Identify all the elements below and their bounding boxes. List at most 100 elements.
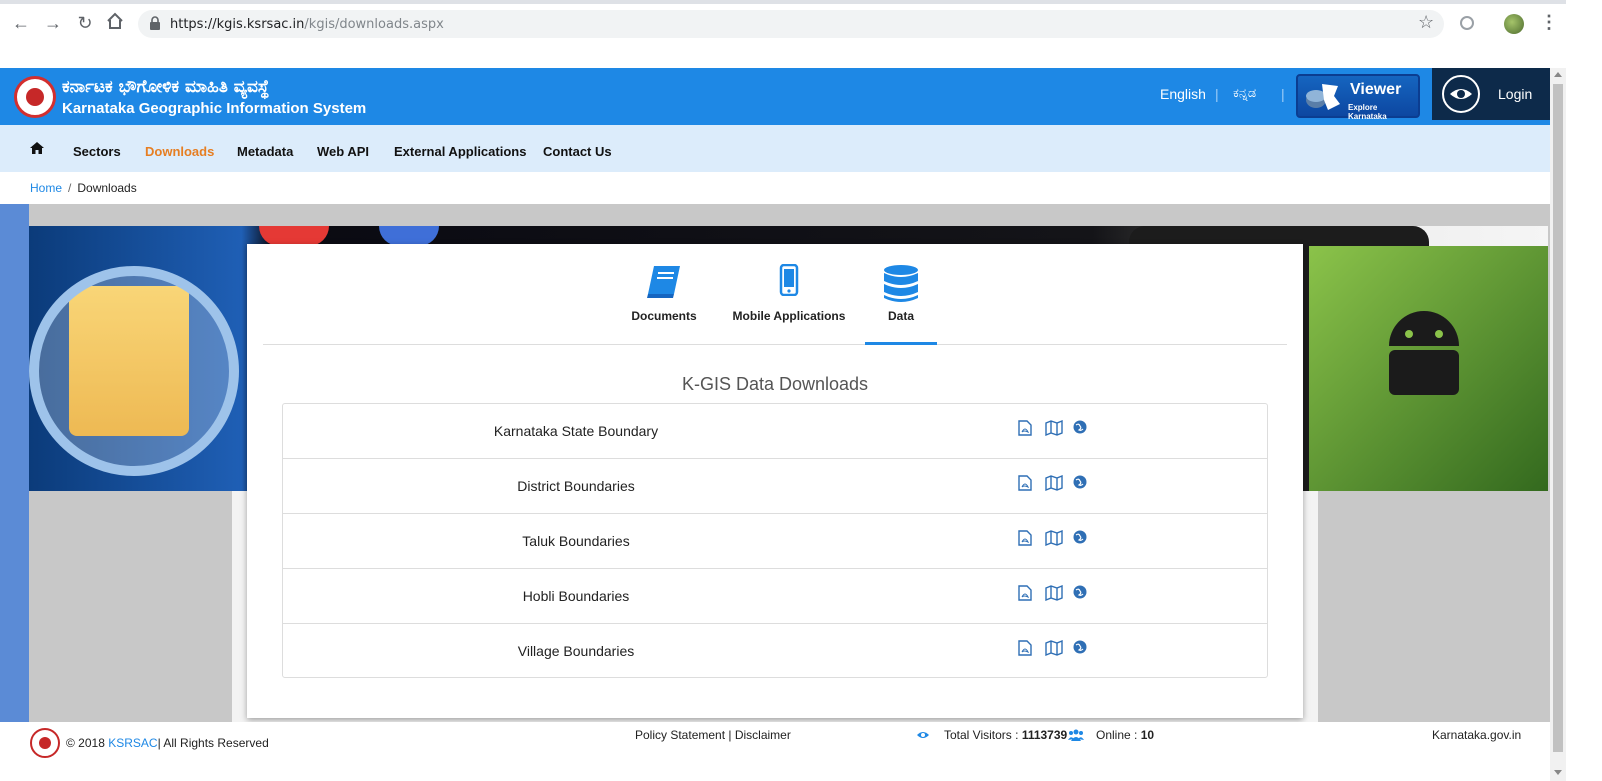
pdf-icon[interactable] [1018,475,1034,491]
tab-mobile-applications[interactable]: Mobile Applications [726,244,852,345]
scroll-down-icon[interactable] [1554,770,1562,775]
copyright-text: © 2018 KSRSAC| All Rights Reserved [66,736,269,750]
nav-item-sectors[interactable]: Sectors [73,144,121,159]
book-icon [644,264,684,303]
pdf-icon[interactable] [1018,420,1034,436]
url-path: /kgis/downloads.aspx [304,17,444,32]
breadcrumb-current: Downloads [77,181,137,195]
scrollbar-thumb[interactable] [1553,84,1563,752]
dataset-name: Hobli Boundaries [522,588,630,604]
viewer-subtitle: Explore Karnataka [1348,103,1387,121]
lang-kannada-link[interactable]: ಕನ್ನಡ [1233,86,1256,101]
site-title-kannada: ಕರ್ನಾಟಕ ಭೌಗೋಳಿಕ ಮಾಹಿತಿ ವ್ಯವಸ್ಥೆ [62,77,270,97]
total-visitors: Total Visitors : 1113739 [944,728,1067,742]
tab-documents-label: Documents [631,309,697,323]
home-icon[interactable] [30,142,44,154]
lock-icon [150,16,160,30]
apple-badge-illustration [259,226,329,246]
tab-mobile-applications-label: Mobile Applications [732,309,846,323]
table-row: Village Boundaries [283,624,1267,679]
nav-item-web-api[interactable]: Web API [317,144,369,159]
globe-icon[interactable] [1073,585,1089,601]
address-bar[interactable]: https://kgis.ksrsac.in/kgis/downloads.as… [138,10,1444,38]
window-edge [1566,0,1602,781]
policy-disclaimer-links[interactable]: Policy Statement | Disclaimer [635,728,791,742]
left-accent-bar [0,204,29,722]
online-label: Online : [1096,728,1141,742]
karnataka-map-icon [1306,84,1340,110]
pdf-icon[interactable] [1018,530,1034,546]
breadcrumb-home[interactable]: Home [30,181,62,195]
breadcrumb-separator: / [68,181,72,195]
download-tabs: Documents Mobile Applications Data [263,244,1287,345]
back-arrow-icon[interactable]: ← [10,12,32,34]
globe-icon[interactable] [1073,640,1089,656]
globe-icon[interactable] [1073,530,1089,546]
table-row: Hobli Boundaries [283,569,1267,624]
downloads-table: Karnataka State Boundary District Bounda… [282,403,1268,678]
panel-title: K-GIS Data Downloads [681,374,869,394]
magnifier-illustration [29,266,239,476]
karnataka-gov-link[interactable]: Karnataka.gov.in [1432,728,1521,742]
nav-item-external-applications[interactable]: External Applications [394,144,526,159]
mobile-icon [779,263,799,299]
globe-icon[interactable] [1073,475,1089,491]
pdf-icon[interactable] [1018,585,1034,601]
ksrsac-logo [30,728,60,758]
table-row: District Boundaries [283,459,1267,514]
main-navigation: Sectors Downloads Metadata Web API Exter… [0,125,1550,172]
forward-arrow-icon[interactable]: → [42,12,64,34]
dataset-name: Taluk Boundaries [522,533,630,549]
page-scrollbar[interactable] [1550,68,1566,781]
viewer-title: Viewer [1350,81,1402,98]
map-icon[interactable] [1045,529,1063,547]
login-label: Login [1498,86,1533,102]
dataset-name: Village Boundaries [517,643,635,659]
tab-documents[interactable]: Documents [619,244,709,345]
globe-icon[interactable] [1073,420,1089,436]
site-header: ಕರ್ನಾಟಕ ಭೌಗೋಳಿಕ ಮಾಹಿತಿ ವ್ಯವಸ್ಥೆ Karnatak… [0,68,1550,125]
database-icon [883,264,919,307]
home-icon[interactable] [104,12,126,34]
downloads-panel: Documents Mobile Applications Data K-GIS… [247,244,1303,718]
pdf-icon[interactable] [1018,640,1034,656]
url-text: https://kgis.ksrsac.in/kgis/downloads.as… [170,17,444,32]
eye-icon [1442,75,1480,113]
copyright-prefix: © 2018 [66,736,109,750]
profile-avatar[interactable] [1504,14,1524,34]
login-button[interactable]: Login [1432,68,1550,120]
karnataka-emblem-logo[interactable] [14,76,56,118]
scroll-up-icon[interactable] [1554,72,1562,77]
url-host: https://kgis.ksrsac.in [170,17,305,32]
nav-item-metadata[interactable]: Metadata [237,144,293,159]
users-icon [1068,729,1084,741]
lang-divider: | [1215,86,1219,102]
visitors-count: 1113739 [1021,728,1068,742]
map-icon[interactable] [1045,584,1063,602]
map-icon[interactable] [1045,639,1063,657]
copyright-suffix: | All Rights Reserved [157,736,269,750]
nav-item-downloads[interactable]: Downloads [145,144,214,159]
android-icon [1389,311,1459,395]
viewer-button[interactable]: Viewer Explore Karnataka [1296,74,1420,121]
tab-data[interactable]: Data [865,244,937,345]
browser-menu-icon[interactable]: ⋮ [1540,12,1558,33]
ksrsac-link[interactable]: KSRSAC [108,736,157,750]
eye-icon [917,732,929,738]
nav-item-contact-us[interactable]: Contact Us [543,144,612,159]
visitors-label: Total Visitors : [944,728,1022,742]
online-value: 10 [1140,728,1155,742]
lang-divider: | [1281,86,1285,102]
android-badge-illustration [379,226,439,246]
extension-icon[interactable] [1460,16,1474,30]
dataset-name: Karnataka State Boundary [493,423,659,439]
lang-english-link[interactable]: English [1160,86,1206,102]
browser-toolbar: ← → ↻ https://kgis.ksrsac.in/kgis/downlo… [0,0,1602,42]
dataset-name: District Boundaries [517,478,635,494]
map-icon[interactable] [1045,474,1063,492]
site-title-english: Karnataka Geographic Information System [62,100,367,117]
bookmark-star-icon[interactable]: ☆ [1418,12,1434,33]
reload-icon[interactable]: ↻ [74,12,96,34]
breadcrumb: Home / Downloads [30,181,137,195]
map-icon[interactable] [1045,419,1063,437]
